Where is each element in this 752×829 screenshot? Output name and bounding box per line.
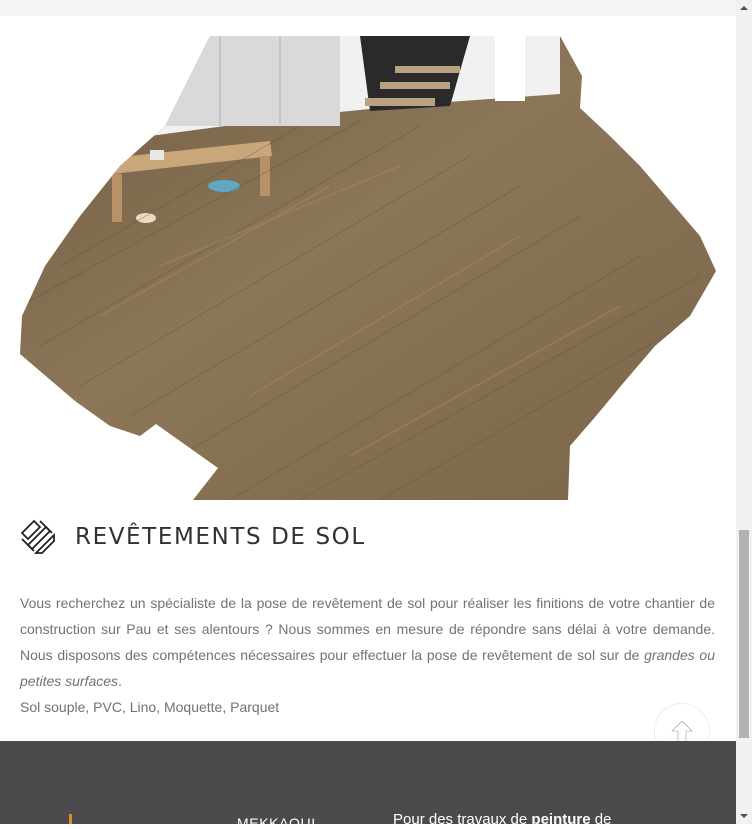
section-description: Vous recherchez un spécialiste de la pos… <box>20 595 715 689</box>
header-strip <box>0 0 736 16</box>
flooring-types: Sol souple, PVC, Lino, Moquette, Parquet <box>20 699 280 715</box>
footer: MEKKAOUI Pour des travaux de peinture de <box>0 741 736 824</box>
company-logo <box>69 814 72 824</box>
footer-intro-text: Pour des travaux de peinture de <box>393 811 611 824</box>
footer-bold-word: peinture <box>531 811 591 824</box>
page-scrollbar[interactable] <box>736 0 752 824</box>
section-heading: REVÊTEMENTS DE SOL <box>75 524 366 550</box>
scroll-up-arrow-icon[interactable] <box>736 0 752 16</box>
footer-company-name: MEKKAOUI <box>237 815 316 824</box>
floor-image <box>0 16 736 500</box>
scrollbar-thumb[interactable] <box>739 530 749 738</box>
scroll-down-arrow-icon[interactable] <box>736 808 752 824</box>
parquet-pattern-icon <box>20 519 56 555</box>
